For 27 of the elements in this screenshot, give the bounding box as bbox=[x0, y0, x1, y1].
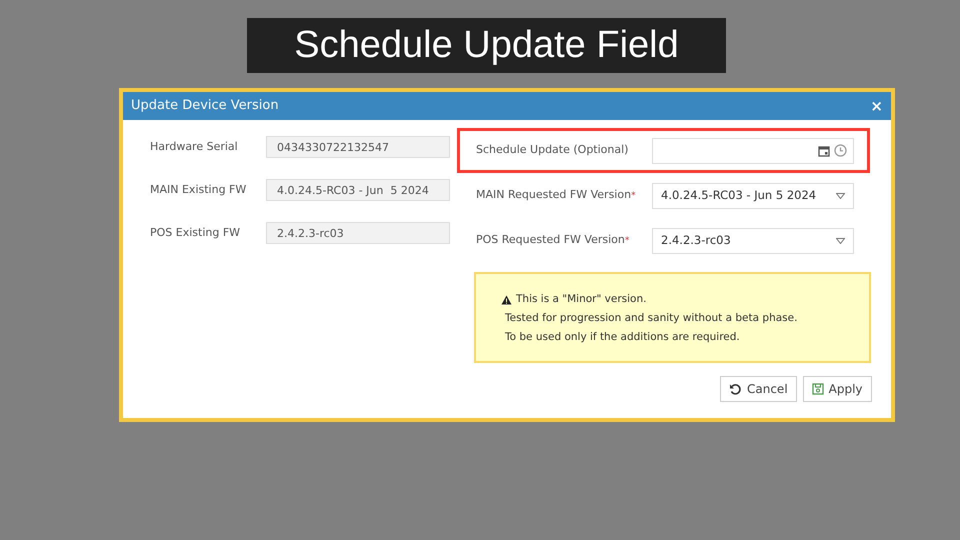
close-button[interactable]: × bbox=[870, 98, 883, 114]
field-label: MAIN Existing FW bbox=[150, 182, 248, 198]
readonly-field[interactable]: 4.0.24.5-RC03 - Jun 5 2024 bbox=[266, 179, 450, 201]
warning-icon bbox=[501, 294, 512, 305]
slide-title: Schedule Update Field bbox=[247, 18, 726, 73]
window-title: Update Device Version bbox=[131, 97, 279, 116]
notice-text: This is a "Minor" version. bbox=[516, 292, 646, 307]
dropdown[interactable]: 2.4.2.3-rc03 bbox=[652, 228, 854, 254]
field-label: Hardware Serial bbox=[150, 138, 239, 155]
dropdown[interactable]: 4.0.24.5-RC03 - Jun 5 2024 bbox=[652, 182, 854, 208]
cancel-button[interactable]: Cancel bbox=[720, 376, 797, 402]
save-icon bbox=[812, 383, 824, 395]
undo-icon bbox=[729, 382, 742, 396]
caret-icon bbox=[836, 238, 845, 244]
field-label: POS Requested FW Version* bbox=[476, 232, 630, 248]
notice-text: Tested for progression and sanity without a beta phase. bbox=[505, 310, 798, 326]
field-label: POS Existing FW bbox=[150, 224, 242, 241]
clock-icon[interactable] bbox=[834, 144, 847, 157]
date-time-field[interactable] bbox=[652, 138, 854, 164]
caret-icon bbox=[836, 192, 845, 198]
notice-text: To be used only if the additions are required. bbox=[505, 330, 740, 344]
calendar-icon[interactable] bbox=[818, 144, 830, 156]
field-label: Schedule Update (Optional) bbox=[476, 142, 630, 158]
apply-button[interactable]: Apply bbox=[802, 376, 872, 402]
readonly-field[interactable]: 2.4.2.3-rc03 bbox=[266, 222, 450, 244]
readonly-field[interactable]: 0434330722132547 bbox=[266, 136, 450, 158]
field-label: MAIN Requested FW Version* bbox=[476, 187, 637, 204]
